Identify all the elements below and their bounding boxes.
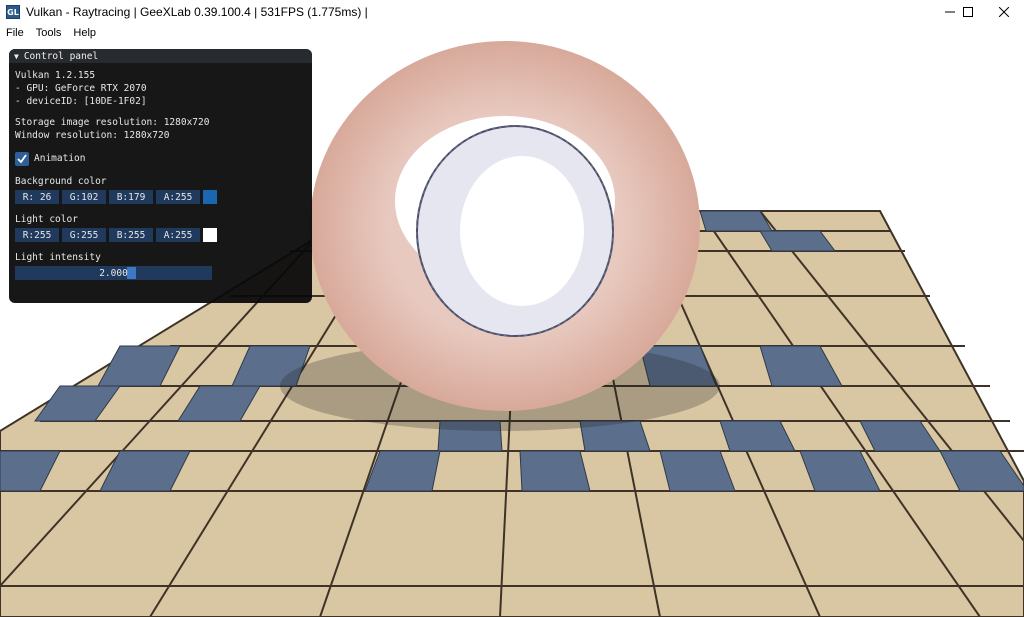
window-resolution: Window resolution: 1280x720 (15, 130, 170, 141)
menu-file[interactable]: File (0, 27, 30, 39)
bg-r-field[interactable]: R: 26 (15, 190, 59, 204)
close-icon (999, 7, 1009, 17)
light-intensity-slider[interactable]: 2.000 (15, 266, 212, 280)
title-bar: GL Vulkan - Raytracing | GeeXLab 0.39.10… (0, 0, 1024, 24)
bg-color-swatch[interactable] (203, 190, 217, 204)
render-viewport[interactable]: ▼ Control panel Vulkan 1.2.155 - GPU: Ge… (0, 41, 1024, 617)
bg-b-field[interactable]: B:179 (109, 190, 153, 204)
menu-help[interactable]: Help (67, 27, 102, 39)
maximize-icon (963, 7, 973, 17)
light-r-field[interactable]: R:255 (15, 228, 59, 242)
slider-grab-handle[interactable] (127, 267, 136, 279)
device-id: - deviceID: [10DE-1F02] (15, 96, 147, 107)
control-panel-header[interactable]: ▼ Control panel (9, 49, 312, 63)
maximize-button[interactable] (950, 0, 986, 24)
background-color-fields: R: 26 G:102 B:179 A:255 (15, 190, 217, 204)
light-color-swatch[interactable] (203, 228, 217, 242)
bg-a-field[interactable]: A:255 (156, 190, 200, 204)
control-panel: ▼ Control panel Vulkan 1.2.155 - GPU: Ge… (9, 49, 312, 303)
close-button[interactable] (986, 0, 1022, 24)
light-g-field[interactable]: G:255 (62, 228, 106, 242)
light-a-field[interactable]: A:255 (156, 228, 200, 242)
menu-bar: File Tools Help (0, 24, 1024, 41)
background-color-label: Background color (15, 176, 107, 187)
control-panel-title: Control panel (23, 50, 99, 62)
gpu-name: - GPU: GeForce RTX 2070 (15, 83, 147, 94)
window-title: Vulkan - Raytracing | GeeXLab 0.39.100.4… (26, 5, 368, 19)
animation-label: Animation (34, 153, 86, 164)
light-color-fields: R:255 G:255 B:255 A:255 (15, 228, 217, 242)
menu-tools[interactable]: Tools (30, 27, 68, 39)
vulkan-version: Vulkan 1.2.155 (15, 70, 96, 81)
light-color-label: Light color (15, 214, 78, 225)
light-intensity-label: Light intensity (15, 252, 101, 263)
light-b-field[interactable]: B:255 (109, 228, 153, 242)
inner-torus (416, 125, 614, 337)
collapse-triangle-icon[interactable]: ▼ (14, 52, 19, 61)
light-intensity-value: 2.000 (99, 267, 128, 279)
storage-resolution: Storage image resolution: 1280x720 (15, 117, 210, 128)
app-icon: GL (6, 5, 20, 19)
animation-checkbox[interactable] (15, 152, 29, 166)
checkmark-icon (17, 154, 27, 164)
bg-g-field[interactable]: G:102 (62, 190, 106, 204)
